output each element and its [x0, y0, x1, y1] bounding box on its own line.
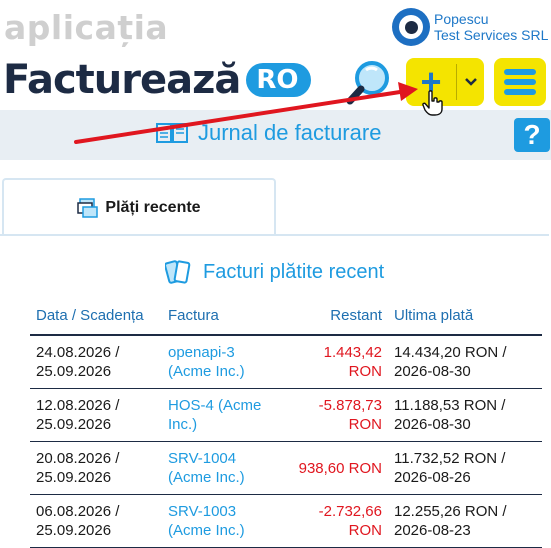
- panel-title-text: Facturi plătite recent: [203, 260, 385, 283]
- column-header-last-payment[interactable]: Ultima plată: [388, 296, 542, 336]
- row-due-amount: -2.732,66 RON: [284, 494, 388, 548]
- paid-invoices-icon: [165, 260, 191, 284]
- row-dates: 12.08.2026 / 25.09.2026: [30, 388, 162, 442]
- row-last-payment: 12.255,26 RON / 2026-08-23: [388, 494, 542, 548]
- payments-icon: [77, 198, 99, 218]
- column-header-invoice[interactable]: Factura: [162, 296, 284, 336]
- row-due-amount: -5.878,73 RON: [284, 388, 388, 442]
- table-header-row: Data / Scadența Factura Restant Ultima p…: [30, 296, 542, 336]
- table-row: 24.08.2026 / 25.09.2026 openapi-3 (Acme …: [30, 335, 542, 389]
- chevron-down-icon[interactable]: [457, 58, 484, 106]
- row-dates: 20.08.2026 / 25.09.2026: [30, 441, 162, 495]
- panel-title: Facturi plătite recent: [165, 258, 384, 286]
- journal-book-icon: [156, 123, 188, 143]
- table-row: 06.08.2026 / 25.09.2026 SRV-1003 (Acme I…: [30, 494, 542, 548]
- tab-label: Plăți recente: [105, 199, 201, 216]
- row-last-payment: 11.732,52 RON / 2026-08-26: [388, 441, 542, 495]
- brand-logo[interactable]: Facturează RO: [3, 57, 311, 103]
- user-account[interactable]: Popescu Test Services SRL: [392, 8, 548, 46]
- user-name[interactable]: Popescu: [434, 11, 548, 27]
- column-header-due[interactable]: Restant: [284, 296, 388, 336]
- row-due-amount: 938,60 RON: [284, 441, 388, 495]
- power-icon: [392, 8, 430, 46]
- journal-title-text: Jurnal de facturare: [198, 120, 382, 145]
- hand-cursor-icon: [422, 90, 443, 116]
- column-header-dates[interactable]: Data / Scadența: [30, 296, 162, 336]
- table-row: 20.08.2026 / 25.09.2026 SRV-1004 (Acme I…: [30, 441, 542, 495]
- row-dates: 06.08.2026 / 25.09.2026: [30, 494, 162, 548]
- invoice-link[interactable]: HOS-4 (Acme Inc.): [162, 388, 284, 442]
- row-due-amount: 1.443,42 RON: [284, 335, 388, 389]
- add-invoice-button[interactable]: +: [406, 58, 484, 106]
- table-row: 12.08.2026 / 25.09.2026 HOS-4 (Acme Inc.…: [30, 388, 542, 442]
- brand-tld: RO: [246, 63, 311, 97]
- invoice-link[interactable]: SRV-1003 (Acme Inc.): [162, 494, 284, 548]
- search-icon: [346, 61, 389, 105]
- invoice-link[interactable]: openapi-3 (Acme Inc.): [162, 335, 284, 389]
- hamburger-icon: [504, 69, 536, 75]
- search-button[interactable]: [346, 58, 392, 106]
- recent-payments-table: Data / Scadența Factura Restant Ultima p…: [30, 296, 542, 548]
- row-last-payment: 14.434,20 RON / 2026-08-30: [388, 335, 542, 389]
- app-label: aplicația: [4, 8, 169, 47]
- journal-title: Jurnal de facturare: [156, 120, 381, 146]
- help-button[interactable]: ?: [514, 118, 550, 152]
- invoice-link[interactable]: SRV-1004 (Acme Inc.): [162, 441, 284, 495]
- row-last-payment: 11.188,53 RON / 2026-08-30: [388, 388, 542, 442]
- menu-button[interactable]: [494, 58, 546, 106]
- company-name[interactable]: Test Services SRL: [434, 27, 548, 43]
- brand-name: Facturează: [3, 57, 241, 103]
- tab-recent-payments[interactable]: Plăți recente: [2, 178, 276, 236]
- row-dates: 24.08.2026 / 25.09.2026: [30, 335, 162, 389]
